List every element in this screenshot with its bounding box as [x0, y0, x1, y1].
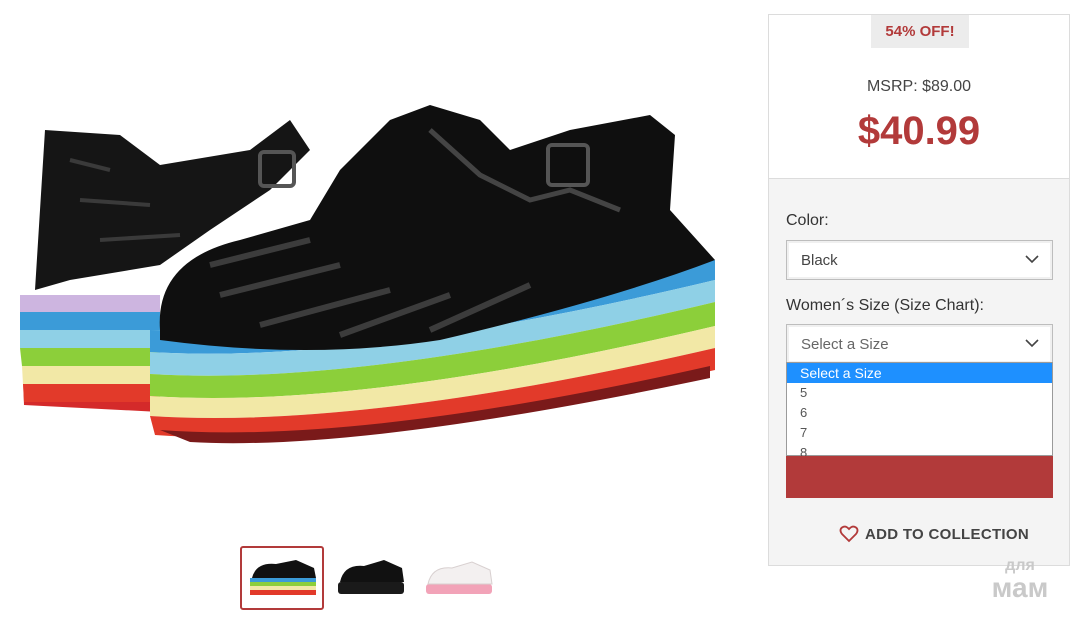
- size-select-value: Select a Size: [801, 336, 889, 353]
- size-label: Women´s Size (Size Chart):: [786, 297, 984, 314]
- color-select-value: Black: [801, 252, 838, 269]
- size-dropdown-list: Select a Size 5 6 7 8 9: [786, 362, 1053, 480]
- size-select[interactable]: Select a Size: [786, 324, 1053, 364]
- add-to-collection-label: ADD TO COLLECTION: [865, 525, 1029, 543]
- discount-badge: 54% OFF!: [871, 15, 969, 48]
- back-shoe-platform: [20, 295, 160, 412]
- thumbnail-black-sandal[interactable]: [328, 546, 412, 610]
- price-box: 54% OFF! MSRP: $89.00 $40.99: [769, 15, 1069, 179]
- product-image: [10, 90, 725, 450]
- msrp-price: MSRP: $89.00: [866, 78, 972, 95]
- watermark-line-2: мам: [991, 572, 1049, 603]
- thumbnail-strip: [240, 546, 500, 610]
- sale-price: $40.99: [857, 109, 981, 153]
- color-select[interactable]: Black: [786, 240, 1053, 280]
- thumbnail-white-pink-sandal[interactable]: [416, 546, 500, 610]
- size-option[interactable]: 7: [787, 423, 1052, 443]
- watermark-logo: для мам: [978, 558, 1062, 602]
- chevron-down-icon: [1025, 255, 1039, 264]
- thumbnail-rainbow-sandal[interactable]: [240, 546, 324, 610]
- add-to-collection-button[interactable]: ADD TO COLLECTION: [839, 522, 1029, 546]
- size-option[interactable]: 5: [787, 383, 1052, 403]
- size-option[interactable]: Select a Size: [787, 363, 1052, 383]
- purchase-panel: 54% OFF! MSRP: $89.00 $40.99 Color: Blac…: [768, 14, 1070, 566]
- color-label: Color:: [786, 212, 829, 229]
- chevron-down-icon: [1025, 339, 1039, 348]
- heart-outline-icon: [839, 525, 859, 543]
- add-to-cart-button[interactable]: [786, 456, 1053, 498]
- size-option[interactable]: 6: [787, 403, 1052, 423]
